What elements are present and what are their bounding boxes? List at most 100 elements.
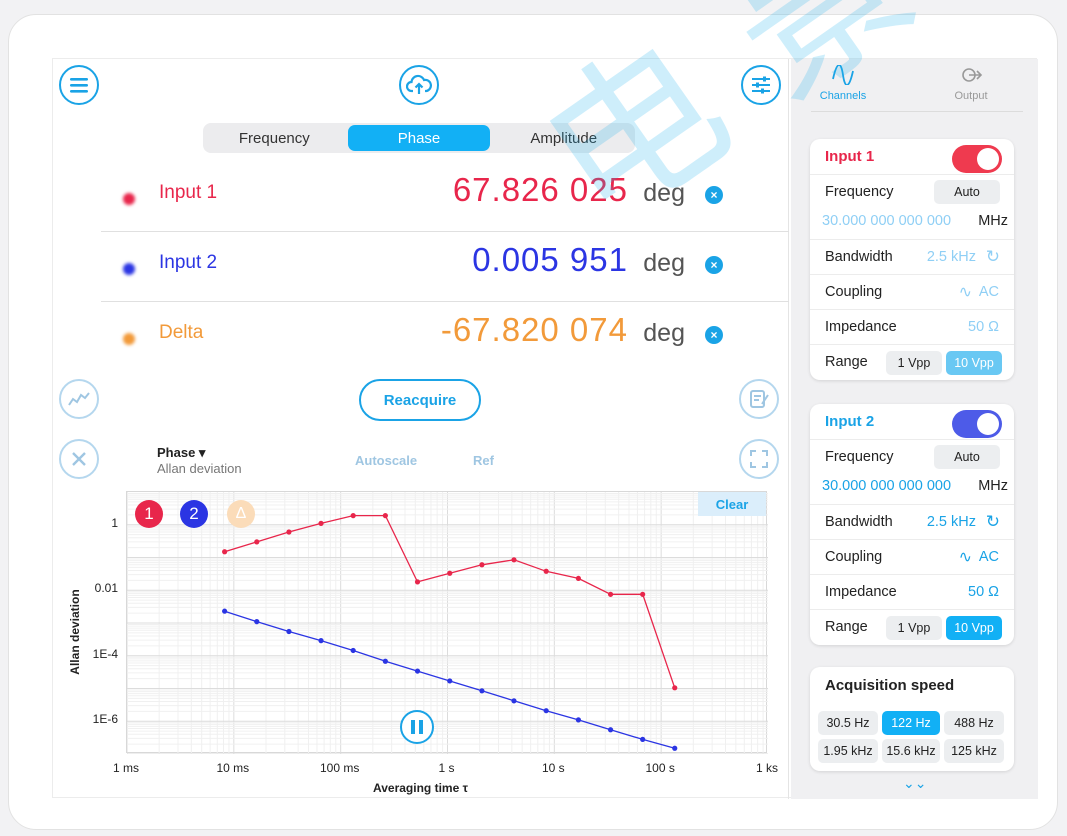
series-1-point — [640, 591, 646, 597]
speed-option[interactable]: 30.5 Hz — [818, 711, 878, 735]
refresh-icon[interactable]: ↻ — [986, 512, 1000, 532]
acquisition-speed-card: Acquisition speed 30.5 Hz 122 Hz 488 Hz … — [810, 667, 1014, 771]
segment-frequency[interactable]: Frequency — [203, 123, 346, 153]
coupling-row: Coupling ∿ AC — [810, 540, 1014, 575]
coupling-value[interactable]: AC — [979, 549, 999, 565]
series-1-point — [575, 575, 582, 582]
plot-mode-selector[interactable]: Phase ▾ — [157, 445, 205, 461]
output-arrow-icon — [962, 68, 983, 82]
input1-toggle[interactable] — [952, 145, 1002, 173]
coupling-value[interactable]: AC — [979, 284, 999, 300]
bandwidth-value[interactable]: 2.5 kHz — [927, 514, 976, 530]
series-1-point — [447, 570, 453, 576]
frequency-value-row: 30.000 000 000 000 MHz — [810, 210, 1014, 240]
impedance-label: Impedance — [825, 319, 897, 335]
range-1vpp-button[interactable]: 1 Vpp — [886, 351, 942, 375]
notepad-icon — [750, 390, 769, 408]
reading-row-input2: Input 2 0.005 951 deg × — [53, 235, 743, 299]
cloud-upload-icon — [406, 74, 432, 94]
bandwidth-value[interactable]: 2.5 kHz — [927, 249, 976, 265]
series-2-point — [575, 717, 582, 723]
y-axis-label: Allan deviation — [68, 589, 82, 675]
segment-phase[interactable]: Phase — [347, 125, 491, 151]
sine-wave-icon — [832, 64, 854, 86]
fullscreen-button[interactable] — [739, 439, 779, 479]
series-1-point — [382, 513, 388, 519]
speed-option[interactable]: 488 Hz — [944, 711, 1004, 735]
close-plot-button[interactable] — [59, 439, 99, 479]
close-icon: × — [710, 328, 718, 342]
reading-name: Input 1 — [159, 182, 218, 203]
speed-option[interactable]: 15.6 kHz — [882, 739, 940, 763]
series-2-point — [254, 619, 260, 625]
series-1-point — [286, 529, 292, 535]
range-10vpp-button[interactable]: 10 Vpp — [946, 351, 1002, 375]
trend-icon — [68, 392, 90, 406]
card-title: Input 2 — [825, 413, 875, 430]
input2-toggle[interactable] — [952, 410, 1002, 438]
autoscale-button[interactable]: Autoscale — [355, 453, 417, 468]
range-1vpp-button[interactable]: 1 Vpp — [886, 616, 942, 640]
reading-row-input1: Input 1 67.826 025 deg × — [53, 165, 743, 229]
menu-button[interactable] — [59, 65, 99, 105]
y-tick-label: 1 — [111, 515, 118, 530]
impedance-value[interactable]: 50 Ω — [968, 584, 999, 600]
series-2-point — [607, 727, 614, 733]
trend-button[interactable] — [59, 379, 99, 419]
channel-2-badge[interactable]: 2 — [180, 500, 208, 528]
tab-output[interactable]: Output — [941, 65, 1001, 102]
settings-sliders-button[interactable] — [741, 65, 781, 105]
frequency-value[interactable]: 30.000 000 000 000 — [822, 478, 951, 494]
notes-button[interactable] — [739, 379, 779, 419]
allan-deviation-chart: Clear 1 2 Δ — [126, 491, 768, 755]
delta-badge[interactable]: Δ — [227, 500, 255, 528]
impedance-row: Impedance 50 Ω — [810, 310, 1014, 345]
x-tick-label: 100 s — [645, 761, 675, 775]
ref-button[interactable]: Ref — [473, 453, 494, 468]
refresh-icon[interactable]: ↻ — [986, 247, 1000, 267]
x-tick-label: 1 ks — [755, 761, 778, 775]
reading-unit: deg — [643, 249, 685, 277]
channel-1-badge[interactable]: 1 — [135, 500, 163, 528]
speed-option-selected[interactable]: 122 Hz — [882, 711, 940, 735]
hamburger-icon — [70, 78, 88, 93]
plot-mode-sublabel: Allan deviation — [157, 461, 242, 476]
close-icon: × — [710, 258, 718, 272]
series-2-point — [479, 688, 485, 694]
frequency-unit: MHz — [978, 213, 1008, 229]
input2-card: Input 2 Frequency Auto 30.000 000 000 00… — [810, 404, 1014, 645]
impedance-value[interactable]: 50 Ω — [968, 319, 999, 335]
x-tick-label: 10 s — [541, 761, 565, 775]
input1-header: Input 1 — [810, 139, 1014, 175]
pause-button[interactable] — [400, 710, 434, 744]
speed-option[interactable]: 1.95 kHz — [818, 739, 878, 763]
coupling-row: Coupling ∿ AC — [810, 275, 1014, 310]
series-1-point — [318, 520, 324, 526]
series-2-point — [318, 638, 324, 644]
tab-channels[interactable]: Channels — [813, 64, 873, 102]
reading-value: -67.820 074 — [440, 311, 628, 348]
settings-sidebar: Channels Output Input 1 Frequency Auto 3… — [791, 59, 1038, 799]
frequency-auto-button[interactable]: Auto — [934, 445, 1000, 469]
clear-button[interactable]: Clear — [698, 492, 766, 516]
reading-name: Input 2 — [159, 252, 218, 273]
range-10vpp-button[interactable]: 10 Vpp — [946, 616, 1002, 640]
coupling-label: Coupling — [825, 549, 883, 565]
series-2-point — [286, 628, 292, 635]
divider — [101, 231, 789, 232]
remove-reading-button[interactable]: × — [705, 256, 723, 274]
speed-option[interactable]: 125 kHz — [944, 739, 1004, 763]
frequency-value[interactable]: 30.000 000 000 000 — [822, 213, 951, 229]
cloud-upload-button[interactable] — [399, 65, 439, 105]
remove-reading-button[interactable]: × — [705, 186, 723, 204]
reacquire-button[interactable]: Reacquire — [359, 379, 481, 421]
series-2-point — [222, 608, 228, 614]
sliders-icon — [752, 76, 770, 94]
coupling-label: Coupling — [825, 284, 883, 300]
expand-more-chevron-icon[interactable]: ⌄⌄ — [903, 775, 926, 792]
frequency-auto-button[interactable]: Auto — [934, 180, 1000, 204]
remove-reading-button[interactable]: × — [705, 326, 723, 344]
range-row: Range 1 Vpp 10 Vpp — [810, 610, 1014, 645]
segment-amplitude[interactable]: Amplitude — [492, 123, 635, 153]
toggle-knob — [977, 413, 999, 435]
